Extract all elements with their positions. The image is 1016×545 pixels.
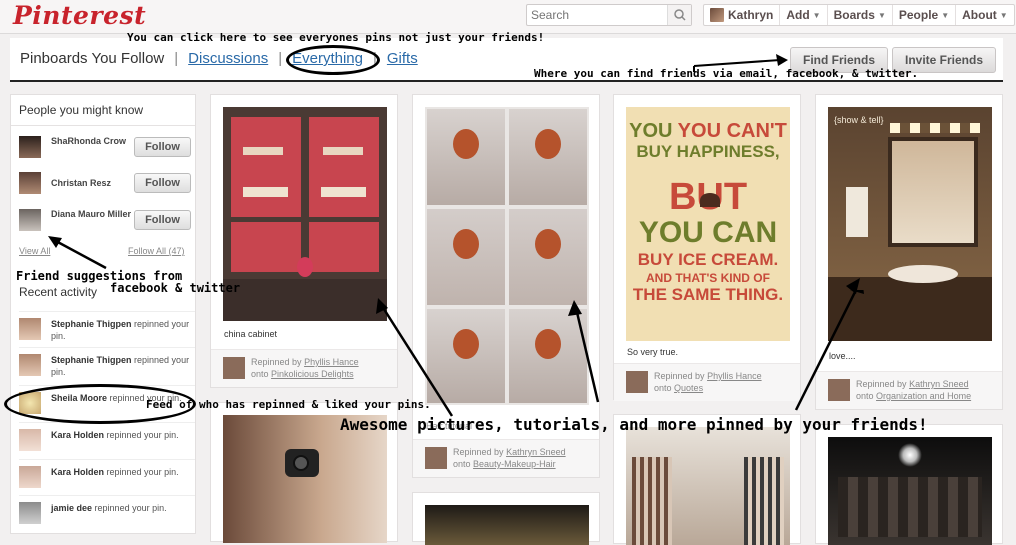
pin-meta: Repinned by Kathryn Sneed onto Beauty-Ma… (413, 439, 599, 477)
activity-action: repinned your pin. (94, 503, 167, 513)
pin-image[interactable] (223, 415, 387, 543)
recent-activity-title: Recent activity (19, 285, 98, 299)
activity-action: repinned your pin. (106, 467, 179, 477)
activity-item[interactable]: Kara Holden repinned your pin. (19, 422, 195, 458)
nav-people-label: People (898, 8, 939, 22)
search-icon (674, 9, 686, 21)
poster-line: BUY ICE CREAM. (637, 250, 779, 269)
pin-image[interactable] (425, 505, 589, 545)
poster-line: YOU YOU CAN'T (629, 120, 787, 142)
pin-image[interactable] (626, 427, 790, 545)
avatar (19, 466, 41, 488)
chevron-down-icon: ▼ (999, 10, 1008, 20)
nav-boards-label: Boards (833, 8, 875, 22)
avatar (710, 8, 724, 22)
search-input[interactable] (527, 5, 667, 25)
avatar[interactable] (223, 357, 245, 379)
annotation-everything: You can click here to see everyones pins… (127, 31, 545, 44)
repinner-link[interactable]: Phyllis Hance (304, 357, 359, 367)
nav-add-label: Add (786, 8, 810, 22)
top-header: Pinterest Kathryn Add ▼ Boards ▼ People … (0, 0, 1016, 34)
chevron-down-icon: ▼ (877, 10, 886, 20)
nav-add-menu[interactable]: Add ▼ (780, 5, 828, 25)
follow-button[interactable]: Follow (134, 210, 191, 230)
nav-about-label: About (962, 8, 997, 22)
annotation-ellipse (286, 45, 380, 75)
arrow-up-left-icon (48, 236, 107, 270)
sidebar: People you might know ShaRhonda Crow Fol… (10, 94, 196, 534)
annotation-suggestions-2: facebook & twitter (110, 281, 241, 295)
avatar (19, 502, 41, 524)
ice-cream-icon (700, 193, 720, 207)
arrows-to-pins (376, 290, 864, 417)
nav-people-menu[interactable]: People ▼ (893, 5, 957, 25)
nav-about-menu[interactable]: About ▼ (956, 5, 1014, 25)
activity-item[interactable]: jamie dee repinned your pin. (19, 495, 195, 531)
board-link[interactable]: Pinkolicious Delights (271, 369, 354, 379)
pin-card[interactable] (412, 492, 600, 545)
activity-user[interactable]: Kara Holden (51, 467, 104, 477)
avatar[interactable] (19, 209, 41, 231)
tab-gifts[interactable]: Gifts (387, 50, 418, 67)
chevron-down-icon: ▼ (941, 10, 950, 20)
chevron-down-icon: ▼ (812, 10, 821, 20)
nav-boards-menu[interactable]: Boards ▼ (828, 5, 893, 25)
pinterest-logo[interactable]: Pinterest (13, 1, 146, 30)
nav-user-menu[interactable]: Kathryn (704, 5, 781, 25)
board-link[interactable]: Beauty-Makeup-Hair (473, 459, 556, 469)
activity-user[interactable]: jamie dee (51, 503, 92, 513)
activity-user[interactable]: Stephanie Thigpen (51, 355, 132, 365)
pin-caption: china cabinet (224, 329, 278, 339)
avatar (19, 354, 41, 376)
follow-all-link[interactable]: Follow All (47) (128, 246, 185, 256)
poster-line: YOU CAN (638, 216, 778, 249)
activity-item[interactable]: Kara Holden repinned your pin. (19, 459, 195, 495)
avatar[interactable] (425, 447, 447, 469)
poster-line: BUY HAPPINESS, (636, 142, 780, 161)
activity-action: repinned your pin. (106, 430, 179, 440)
pin-card[interactable] (815, 424, 1003, 545)
pin-tag: {show & tell} (834, 115, 884, 125)
person-name[interactable]: ShaRhonda Crow (51, 135, 131, 147)
activity-user[interactable]: Stephanie Thigpen (51, 319, 132, 329)
suggested-person: Diana Mauro Miller Follow (19, 205, 195, 235)
activity-user[interactable]: Kara Holden (51, 430, 104, 440)
avatar[interactable] (19, 172, 41, 194)
pin-image[interactable] (223, 107, 387, 321)
tab-pinboards-you-follow[interactable]: Pinboards You Follow (20, 50, 164, 67)
person-name[interactable]: Diana Mauro Miller (51, 208, 131, 220)
suggested-person: ShaRhonda Crow Follow (19, 132, 195, 162)
poster-line: AND THAT'S KIND OF (646, 271, 770, 285)
follow-button[interactable]: Follow (134, 173, 191, 193)
activity-item[interactable]: Stephanie Thigpen repinned your pin. (19, 347, 195, 383)
people-you-might-know-title: People you might know (19, 103, 144, 117)
avatar[interactable] (19, 136, 41, 158)
activity-item[interactable]: Stephanie Thigpen repinned your pin. (19, 311, 195, 347)
main-nav: Kathryn Add ▼ Boards ▼ People ▼ About ▼ (703, 4, 1015, 26)
follow-button[interactable]: Follow (134, 137, 191, 157)
annotation-pins: Awesome pictures, tutorials, and more pi… (340, 415, 928, 434)
avatar (19, 429, 41, 451)
person-name[interactable]: Christan Resz (51, 177, 131, 189)
arrow-right-icon (693, 54, 788, 72)
tab-discussions[interactable]: Discussions (188, 50, 268, 67)
nav-user-label: Kathryn (728, 8, 774, 22)
search-button[interactable] (667, 5, 691, 25)
suggested-person: Christan Resz Follow (19, 168, 195, 198)
repinner-link[interactable]: Kathryn Sneed (506, 447, 566, 457)
search-box[interactable] (526, 4, 692, 26)
avatar (19, 318, 41, 340)
arrow-head-icon (846, 278, 860, 294)
